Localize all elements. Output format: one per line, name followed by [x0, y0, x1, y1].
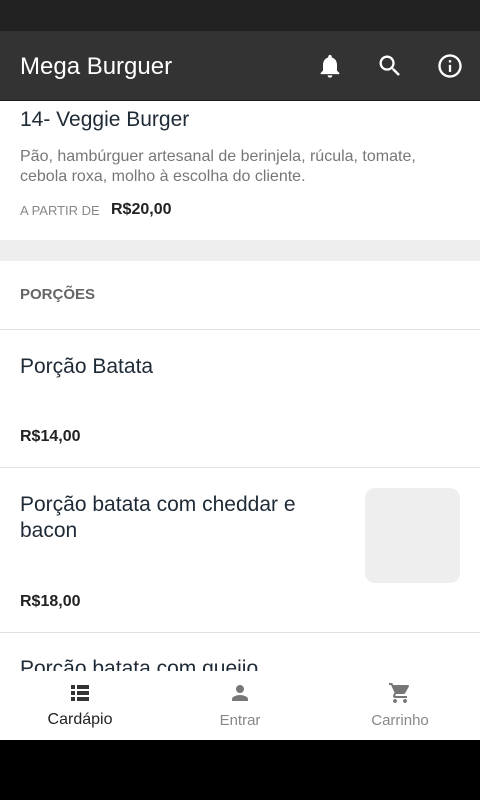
info-icon[interactable]: [436, 52, 464, 80]
section-title: PORÇÕES: [20, 286, 96, 303]
nav-label: Cardápio: [47, 711, 113, 728]
item-price: R$20,00: [111, 201, 172, 218]
divider: [0, 467, 480, 468]
nav-cardapio[interactable]: Cardápio: [0, 671, 160, 740]
cart-icon: [389, 683, 410, 703]
item-title: Porção batata com cheddar e bacon: [20, 493, 296, 542]
divider: [0, 329, 480, 330]
bottom-navigation: Cardápio Entrar Carrinho: [0, 671, 480, 740]
item-image-placeholder: [365, 488, 460, 583]
item-price: R$18,00: [20, 593, 81, 610]
list-icon: [71, 685, 89, 701]
price-from-label: A PARTIR DE: [20, 203, 100, 218]
item-price: R$14,00: [20, 428, 81, 445]
app-title: Mega Burguer: [20, 53, 173, 80]
menu-content[interactable]: 14- Veggie Burger Pão, hambúrguer artesa…: [0, 101, 480, 671]
app-bar: Mega Burguer: [0, 31, 480, 101]
nav-entrar[interactable]: Entrar: [160, 671, 320, 740]
divider: [0, 632, 480, 633]
person-icon: [232, 685, 248, 701]
section-separator: [0, 240, 480, 261]
nav-label: Entrar: [219, 712, 261, 729]
status-bar: [0, 0, 480, 31]
item-title: 14- Veggie Burger: [20, 108, 190, 131]
nav-carrinho[interactable]: Carrinho: [320, 671, 480, 740]
item-title: Porção Batata: [20, 355, 154, 378]
search-icon[interactable]: [376, 52, 404, 80]
system-navigation-bar: [0, 740, 480, 800]
bell-icon[interactable]: [316, 52, 344, 80]
item-description: Pão, hambúrguer artesanal de berinjela, …: [20, 148, 416, 185]
item-title: Porção batata com queijo: [20, 657, 259, 671]
nav-label: Carrinho: [371, 712, 429, 729]
